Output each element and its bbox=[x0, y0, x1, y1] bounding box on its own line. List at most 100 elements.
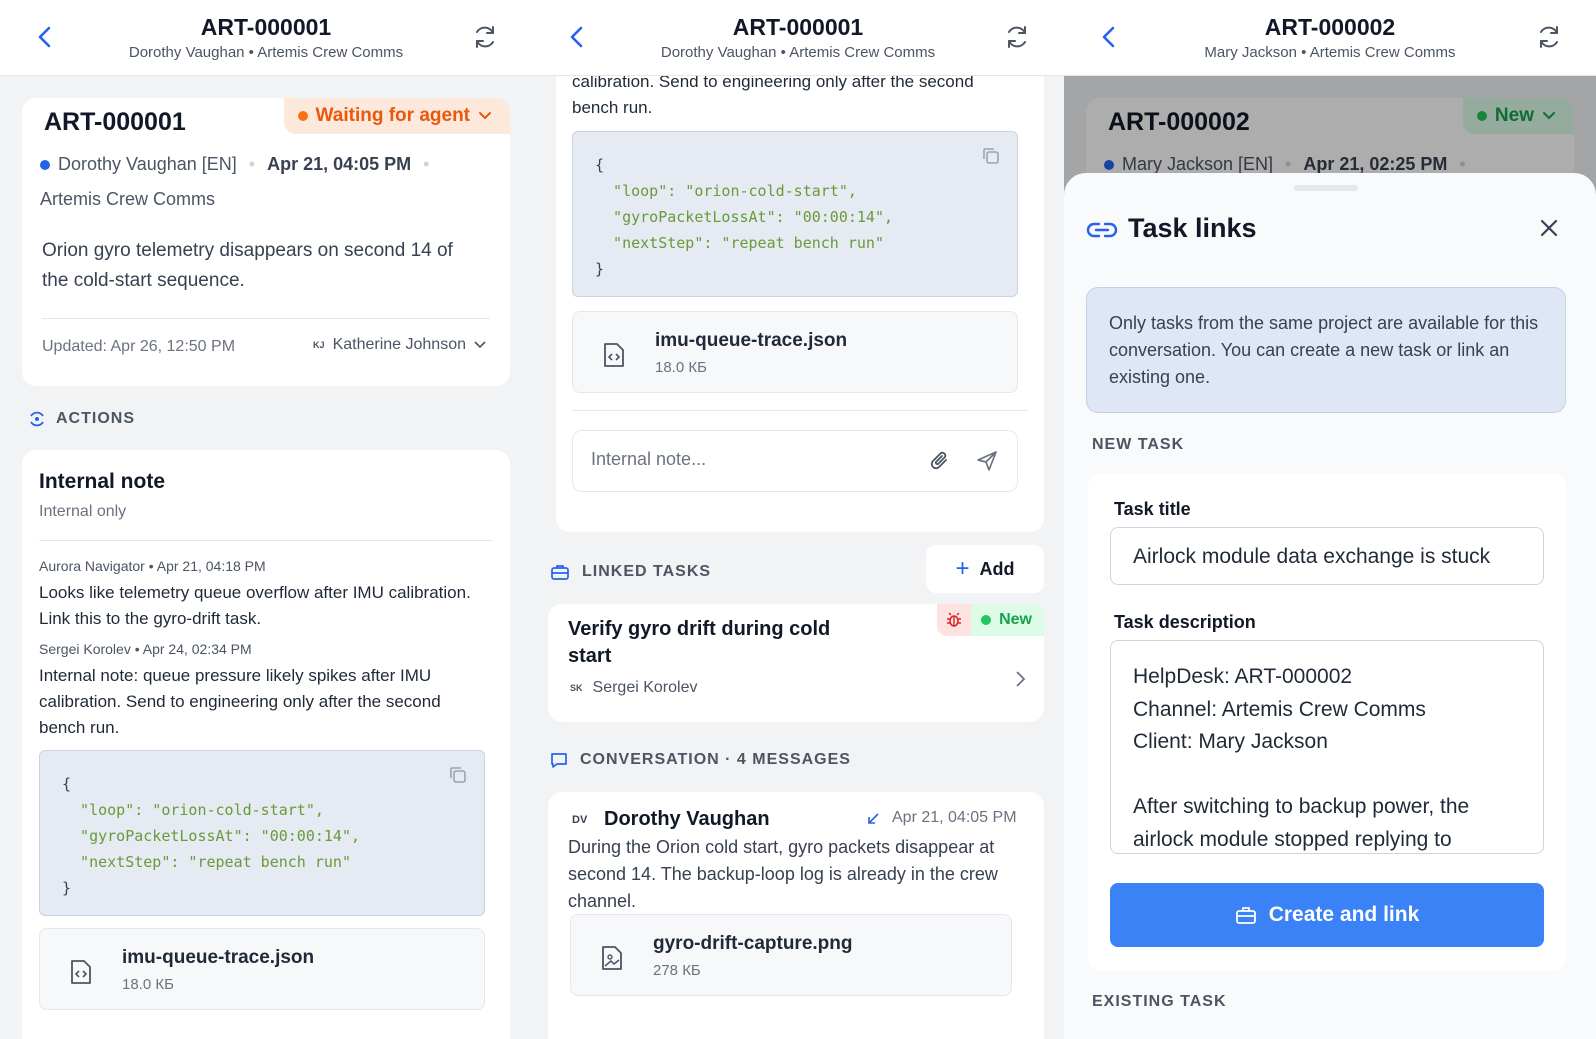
chevron-right-icon bbox=[1016, 671, 1026, 687]
avatar: KJ bbox=[313, 340, 325, 350]
briefcase-icon bbox=[551, 565, 569, 580]
page-title: ART-000002 bbox=[1264, 14, 1396, 40]
top-bar: ART-000001 Dorothy Vaughan • Artemis Cre… bbox=[532, 0, 1064, 76]
back-button[interactable] bbox=[1094, 22, 1124, 52]
send-button[interactable] bbox=[975, 449, 999, 478]
back-button[interactable] bbox=[562, 22, 592, 52]
file-name: imu-queue-trace.json bbox=[122, 947, 315, 968]
status-label: New bbox=[999, 611, 1032, 628]
chevron-left-icon bbox=[1102, 26, 1115, 48]
client-dot bbox=[40, 159, 50, 170]
page-subtitle: Mary Jackson • Artemis Crew Comms bbox=[1204, 44, 1456, 61]
assignee-dropdown[interactable]: KJ Katherine Johnson bbox=[313, 336, 486, 354]
file-image-icon bbox=[602, 946, 622, 970]
create-and-link-button[interactable]: Create and link bbox=[1110, 883, 1544, 947]
note-subtitle: Internal only bbox=[39, 503, 127, 520]
ticket-summary: Orion gyro telemetry disappears on secon… bbox=[42, 240, 453, 291]
bug-badge bbox=[937, 604, 972, 636]
page-title: ART-000001 bbox=[200, 14, 332, 40]
task-title-label: Task title bbox=[1114, 499, 1191, 519]
ticket-panel-3: ART-000002 Mary Jackson • Artemis Crew C… bbox=[1064, 0, 1596, 1039]
code-line: "nextStep": "repeat bench run" bbox=[595, 234, 884, 252]
refresh-icon bbox=[1008, 26, 1026, 48]
attach-button[interactable] bbox=[929, 449, 951, 478]
assignee-name: Sergei Korolev bbox=[592, 679, 698, 696]
task-title-value: Airlock module data exchange is stuck bbox=[1133, 545, 1491, 568]
sheet-title: Task links bbox=[1128, 213, 1257, 243]
conversation-label: CONVERSATION · 4 MESSAGES bbox=[550, 751, 851, 769]
file-size: 278 КБ bbox=[653, 962, 701, 979]
file-name: imu-queue-trace.json bbox=[655, 330, 848, 351]
message-text: Looks like telemetry queue overflow afte… bbox=[39, 583, 471, 628]
task-description-textarea[interactable]: HelpDesk: ART-000002 Channel: Artemis Cr… bbox=[1110, 640, 1544, 854]
close-icon bbox=[1540, 219, 1558, 237]
top-bar: ART-000001 Dorothy Vaughan • Artemis Cre… bbox=[0, 0, 532, 76]
copy-button[interactable] bbox=[448, 765, 468, 793]
close-button[interactable] bbox=[1538, 217, 1560, 244]
ticket-meta: Dorothy Vaughan [EN] • Apr 21, 04:05 PM … bbox=[40, 154, 429, 175]
info-box: Only tasks from the same project are ava… bbox=[1086, 287, 1566, 413]
description-line: HelpDesk: ART-000002 bbox=[1133, 665, 1353, 688]
ticket-card: ART-000001 Waiting for agent Dorothy Vau… bbox=[22, 98, 510, 386]
description-line: After switching to backup power, the bbox=[1133, 795, 1470, 818]
incoming-arrow-icon bbox=[868, 813, 879, 824]
assignee-name: Katherine Johnson bbox=[332, 336, 466, 353]
chevron-left-icon bbox=[570, 26, 583, 48]
code-block: { "loop": "orion-cold-start", "gyroPacke… bbox=[39, 750, 485, 916]
actions-section-label: ACTIONS bbox=[28, 410, 135, 428]
avatar: DV bbox=[572, 814, 588, 826]
attachment[interactable]: imu-queue-trace.json 18.0 КБ bbox=[572, 311, 1018, 393]
internal-note-card: calibration. Send to engineering only af… bbox=[556, 40, 1044, 532]
task-title: Verify gyro drift during cold start bbox=[568, 618, 831, 667]
code-line: "nextStep": "repeat bench run" bbox=[62, 853, 351, 871]
send-icon bbox=[977, 451, 997, 471]
status-badge: New bbox=[971, 604, 1044, 636]
message-card: DV Dorothy Vaughan Apr 21, 04:05 PM Duri… bbox=[548, 792, 1044, 1039]
copy-button[interactable] bbox=[981, 146, 1001, 174]
file-size: 18.0 КБ bbox=[122, 976, 174, 993]
sheet-handle[interactable] bbox=[1294, 185, 1358, 191]
task-title-input[interactable]: Airlock module data exchange is stuck bbox=[1110, 527, 1544, 585]
back-button[interactable] bbox=[30, 22, 60, 52]
add-task-button[interactable]: + Add bbox=[926, 545, 1044, 593]
attachment[interactable]: imu-queue-trace.json 18.0 КБ bbox=[39, 928, 485, 1010]
copy-icon bbox=[450, 767, 466, 783]
create-button-label: Create and link bbox=[1268, 903, 1420, 926]
page-subtitle: Dorothy Vaughan • Artemis Crew Comms bbox=[128, 44, 404, 61]
status-dot bbox=[297, 111, 308, 121]
internal-note-input[interactable]: Internal note... bbox=[572, 430, 1018, 492]
existing-task-label: EXISTING TASK bbox=[1092, 993, 1227, 1010]
file-size: 18.0 КБ bbox=[655, 359, 707, 376]
message-text: Internal note: queue pressure likely spi… bbox=[39, 666, 441, 737]
refresh-icon bbox=[476, 26, 494, 48]
file-name: gyro-drift-capture.png bbox=[653, 933, 853, 954]
message-meta: Aurora Navigator • Apr 21, 04:18 PM bbox=[39, 558, 266, 574]
ticket-date: Apr 21, 04:05 PM bbox=[267, 154, 412, 174]
linked-task-card[interactable]: Verify gyro drift during cold start New … bbox=[548, 604, 1044, 722]
refresh-button[interactable] bbox=[1004, 24, 1030, 50]
refresh-button[interactable] bbox=[1536, 24, 1562, 50]
message-meta: Sergei Korolev • Apr 24, 02:34 PM bbox=[39, 641, 252, 657]
attachment[interactable]: gyro-drift-capture.png 278 КБ bbox=[570, 914, 1012, 996]
file-code-icon bbox=[604, 343, 624, 367]
code-line: "loop": "orion-cold-start", bbox=[62, 801, 324, 819]
status-dropdown[interactable]: Waiting for agent bbox=[283, 98, 510, 134]
client-name[interactable]: Dorothy Vaughan [EN] bbox=[58, 154, 237, 175]
code-line: } bbox=[62, 879, 72, 897]
ticket-panel-2: ART-000001 Dorothy Vaughan • Artemis Cre… bbox=[532, 0, 1064, 1039]
code-line: } bbox=[595, 260, 605, 278]
chevron-down-icon bbox=[479, 112, 491, 120]
page-subtitle: Dorothy Vaughan • Artemis Crew Comms bbox=[660, 44, 936, 61]
channel-name: Artemis Crew Comms bbox=[40, 189, 216, 209]
new-task-form: Task title Airlock module data exchange … bbox=[1088, 473, 1566, 971]
code-line: "gyroPacketLossAt": "00:00:14", bbox=[62, 827, 361, 845]
avatar: SK bbox=[570, 683, 583, 693]
page-title: ART-000001 bbox=[732, 14, 864, 40]
bug-icon bbox=[947, 612, 962, 627]
description-line: airlock module stopped replying to bbox=[1133, 827, 1452, 851]
updated-text: Updated: Apr 26, 12:50 PM bbox=[42, 338, 236, 355]
refresh-button[interactable] bbox=[472, 24, 498, 50]
description-line: Client: Mary Jackson bbox=[1133, 730, 1328, 753]
note-placeholder: Internal note... bbox=[591, 449, 707, 469]
link-icon bbox=[1086, 222, 1118, 238]
